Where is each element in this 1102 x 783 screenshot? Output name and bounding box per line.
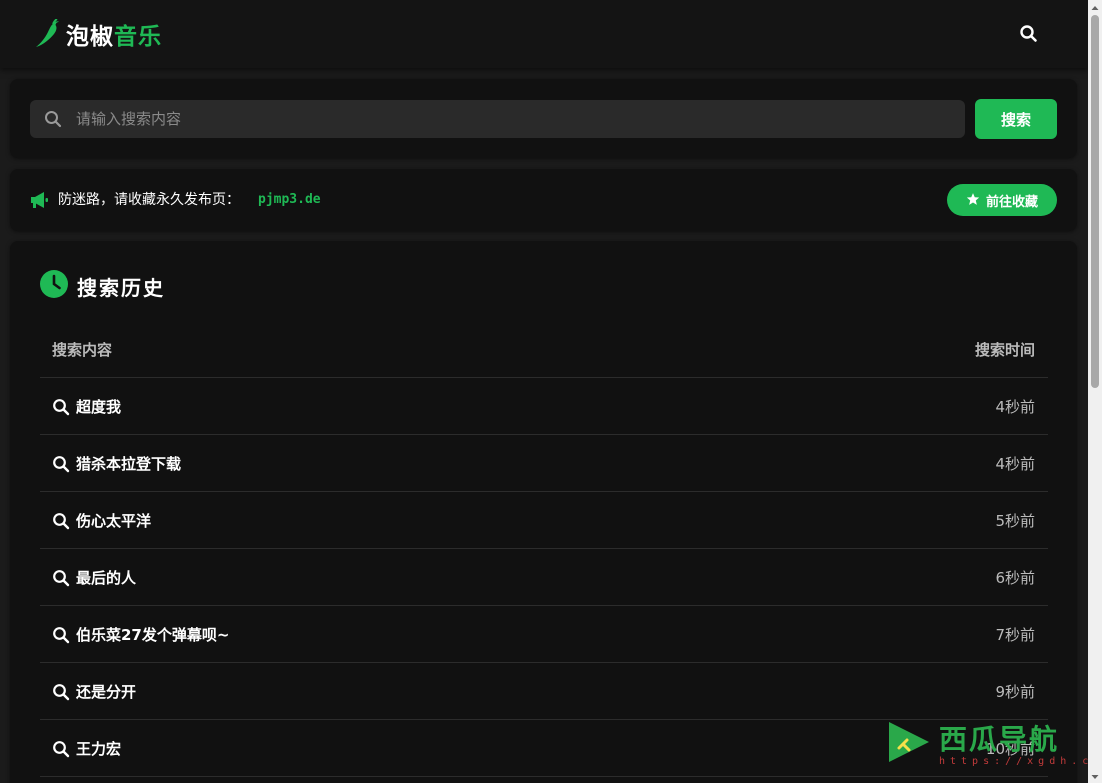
history-time: 7秒前 — [995, 626, 1035, 644]
megaphone-icon — [29, 191, 49, 213]
go-favorite-label: 前往收藏 — [985, 194, 1038, 210]
search-panel: 搜索 — [10, 79, 1077, 158]
history-query: 伤心太平洋 — [76, 512, 152, 530]
search-icon — [44, 110, 62, 132]
notice-link[interactable]: pjmp3.de — [258, 189, 321, 211]
header-search-icon[interactable] — [1017, 22, 1041, 46]
search-icon — [52, 569, 70, 591]
history-query: 还是分开 — [76, 683, 137, 701]
column-header-query: 搜索内容 — [52, 341, 113, 359]
clock-icon — [40, 270, 68, 302]
scrollbar-thumb[interactable] — [1091, 15, 1099, 388]
search-input[interactable] — [76, 100, 956, 138]
history-time: 6秒前 — [995, 569, 1035, 587]
logo-accent-text: 音乐 — [114, 24, 162, 50]
notice-panel: 防迷路，请收藏永久发布页： pjmp3.de 前往收藏 — [10, 169, 1077, 231]
history-time: 5秒前 — [995, 512, 1035, 530]
history-query: 超度我 — [76, 398, 122, 416]
search-icon — [52, 455, 70, 477]
history-title: 搜索历史 — [77, 275, 165, 300]
history-heading: 搜索历史 — [40, 270, 165, 302]
history-time: 9秒前 — [995, 683, 1035, 701]
search-icon — [52, 626, 70, 648]
search-button[interactable]: 搜索 — [975, 99, 1057, 139]
search-box — [30, 100, 965, 138]
search-icon — [52, 683, 70, 705]
history-query: 猎杀本拉登下载 — [76, 455, 182, 473]
search-history-panel: 搜索历史 搜索内容 搜索时间 超度我 4秒前 猎杀本拉登下载 4秒前 伤心太平洋… — [10, 241, 1077, 783]
history-table-header: 搜索内容 搜索时间 — [40, 321, 1048, 378]
history-row[interactable]: 最后的人 6秒前 — [40, 549, 1048, 606]
history-row[interactable]: 伤心太平洋 5秒前 — [40, 492, 1048, 549]
history-time: 4秒前 — [995, 398, 1035, 416]
history-row[interactable]: 王力宏 10秒前 — [40, 720, 1048, 777]
history-query: 王力宏 — [76, 740, 122, 758]
scroll-down-arrow-icon[interactable] — [1088, 769, 1102, 783]
search-icon — [52, 398, 70, 420]
column-header-time: 搜索时间 — [974, 341, 1035, 359]
go-favorite-button[interactable]: 前往收藏 — [947, 184, 1057, 216]
history-row[interactable]: 猎杀本拉登下载 4秒前 — [40, 435, 1048, 492]
notice-text: 防迷路，请收藏永久发布页： — [58, 192, 240, 208]
search-icon — [52, 512, 70, 534]
site-logo[interactable]: 泡椒 音乐 — [34, 16, 162, 52]
history-time: 4秒前 — [995, 455, 1035, 473]
history-query: 最后的人 — [76, 569, 137, 587]
history-row[interactable]: 还是分开 9秒前 — [40, 663, 1048, 720]
logo-text: 泡椒 — [66, 24, 114, 50]
page: 泡椒音乐 搜索 — [0, 0, 1088, 783]
scroll-up-arrow-icon[interactable] — [1088, 0, 1102, 14]
search-icon — [52, 740, 70, 762]
history-list: 超度我 4秒前 猎杀本拉登下载 4秒前 伤心太平洋 5秒前 最后的人 6秒前 伯… — [40, 378, 1048, 777]
history-time: 10秒前 — [985, 740, 1035, 758]
star-icon — [966, 191, 980, 210]
top-navbar: 泡椒 音乐 — [0, 0, 1088, 68]
history-query: 伯乐菜27发个弹幕呗~ — [76, 626, 230, 644]
chili-pepper-icon — [34, 19, 60, 49]
history-row[interactable]: 超度我 4秒前 — [40, 378, 1048, 435]
history-row[interactable]: 伯乐菜27发个弹幕呗~ 7秒前 — [40, 606, 1048, 663]
page-scrollbar[interactable] — [1088, 0, 1102, 783]
